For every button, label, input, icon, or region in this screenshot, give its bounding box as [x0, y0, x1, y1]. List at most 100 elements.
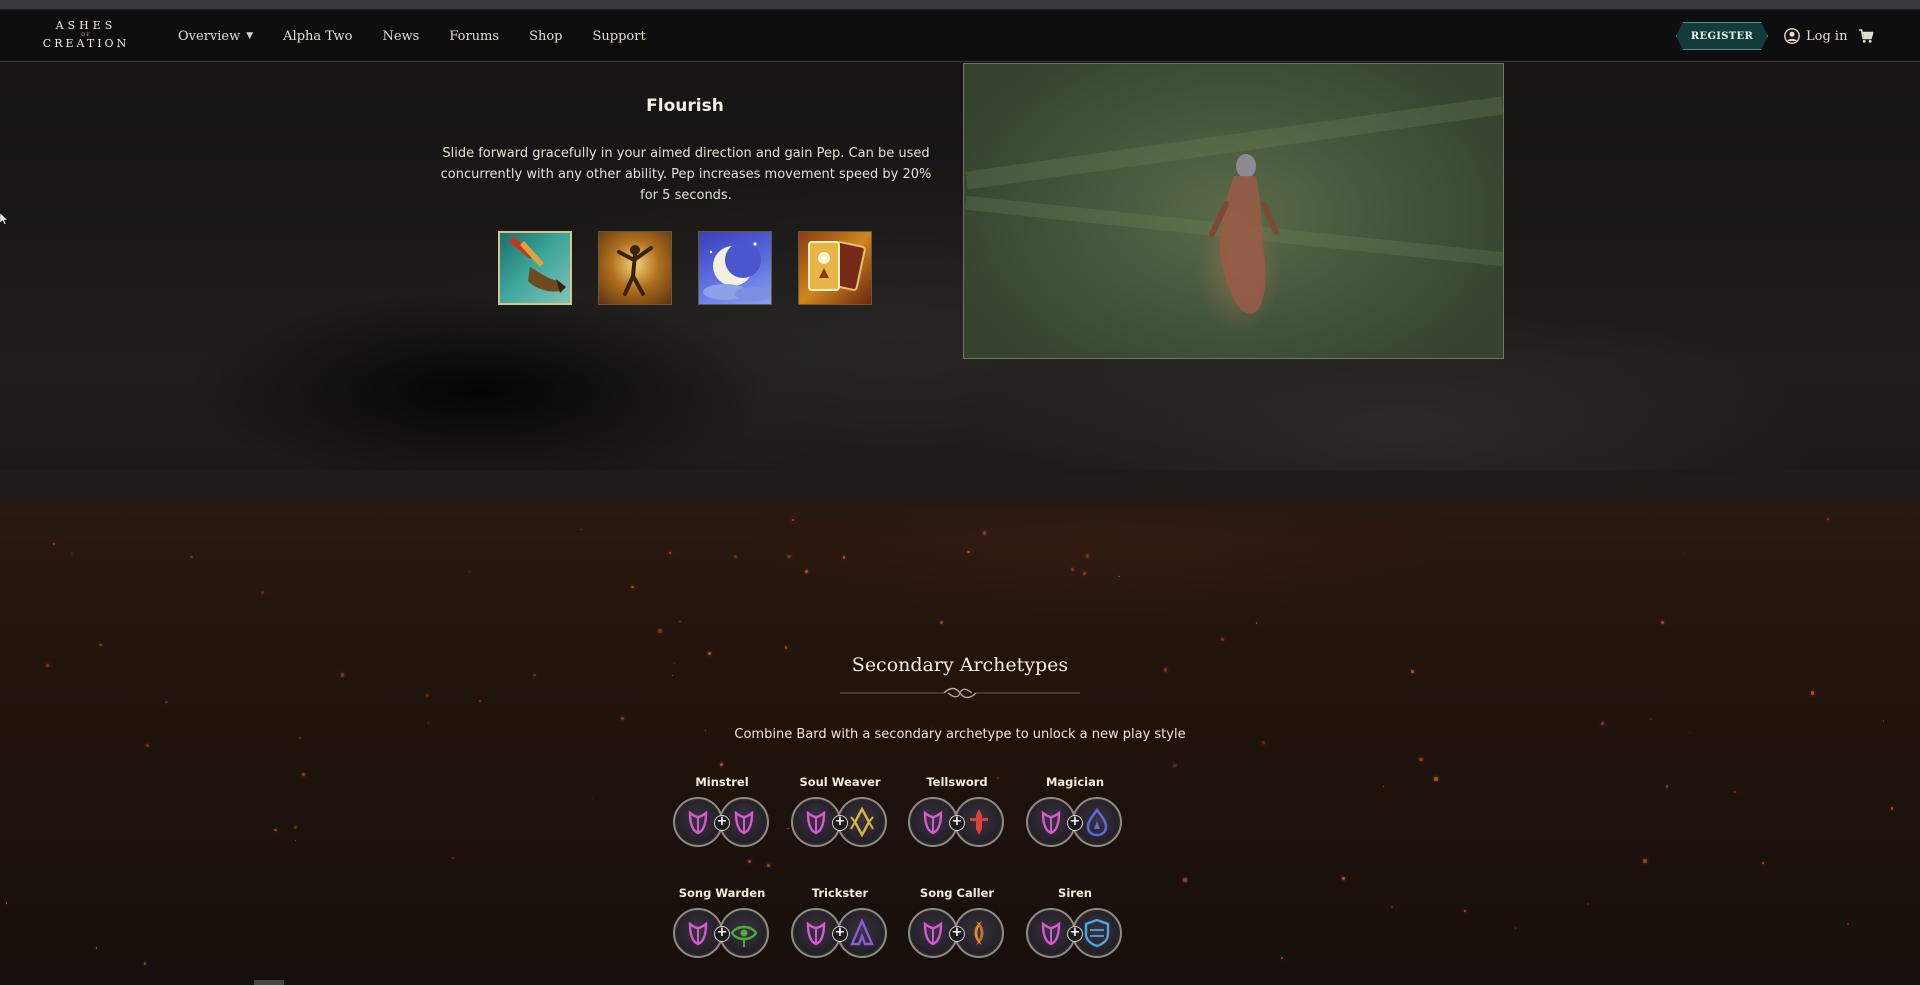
- ember-particle: [805, 570, 808, 573]
- scroll-indicator: [254, 980, 284, 985]
- plus-icon: +: [714, 926, 730, 942]
- ember-particle: [842, 556, 846, 559]
- archetype-combo: +: [1026, 908, 1124, 960]
- archetype-name: Siren: [1058, 886, 1092, 900]
- ember-particle: [1182, 878, 1187, 883]
- archetype-combo: +: [791, 797, 889, 849]
- ember-particle: [1085, 554, 1090, 558]
- nav-link-support[interactable]: Support: [593, 29, 646, 44]
- archetype-name: Song Warden: [678, 886, 766, 900]
- ember-particle: [52, 542, 55, 545]
- ember-particle: [657, 629, 662, 633]
- flourish-ability-icon[interactable]: [498, 231, 572, 305]
- ember-particle: [1810, 690, 1815, 695]
- archetype-card-song-warden[interactable]: Song Warden +: [662, 886, 782, 960]
- ember-particle: [631, 585, 634, 589]
- ember-particle: [1411, 670, 1414, 673]
- user-icon: [1784, 28, 1800, 44]
- archetype-card-tellsword[interactable]: Tellsword +: [897, 775, 1017, 849]
- ember-particle: [46, 663, 49, 667]
- ember-particle: [1601, 722, 1604, 725]
- secondary-archetypes-subtitle: Combine Bard with a secondary archetype …: [734, 727, 1186, 742]
- ember-particle: [1083, 571, 1086, 575]
- ember-particle: [1434, 777, 1438, 781]
- archetype-name: Tellsword: [926, 775, 988, 789]
- browser-top-strip: [0, 0, 1920, 10]
- ember-particle: [426, 694, 429, 697]
- ember-particle: [1464, 909, 1467, 912]
- archetype-card-minstrel[interactable]: Minstrel +: [662, 775, 782, 849]
- ember-particle: [1262, 741, 1266, 744]
- login-label: Log in: [1806, 28, 1848, 44]
- plus-icon: +: [832, 926, 848, 942]
- plus-icon: +: [1067, 815, 1083, 831]
- login-link[interactable]: Log in: [1784, 26, 1847, 46]
- site-logo[interactable]: ASHES OF CREATION: [38, 20, 134, 52]
- ember-particle: [1882, 720, 1885, 722]
- ember-particle: [939, 620, 944, 624]
- ember-particle: [1733, 790, 1736, 793]
- ember-particle: [1391, 906, 1393, 908]
- ember-particle: [1761, 861, 1764, 864]
- plus-icon: +: [949, 926, 965, 942]
- ember-particle: [1382, 785, 1385, 787]
- archetype-card-soul-weaver[interactable]: Soul Weaver +: [780, 775, 900, 849]
- nav-link-forums[interactable]: Forums: [449, 29, 499, 44]
- archetype-card-siren[interactable]: Siren +: [1015, 886, 1135, 960]
- archetype-name: Song Caller: [919, 886, 995, 900]
- ember-particle: [427, 722, 429, 724]
- ability-icon-list: [498, 231, 898, 305]
- archetype-combo: +: [908, 908, 1006, 960]
- ember-particle: [1071, 568, 1074, 571]
- ember-particle: [273, 828, 277, 832]
- ember-particle: [1173, 763, 1177, 767]
- nav-link-alpha-two[interactable]: Alpha Two: [283, 29, 352, 44]
- ember-particle: [767, 864, 771, 867]
- archetype-name: Minstrel: [695, 775, 749, 789]
- ability-video-player[interactable]: [963, 63, 1504, 359]
- nav-link-overview[interactable]: Overview ▼: [178, 29, 253, 44]
- moon-ability-icon[interactable]: [698, 231, 772, 305]
- secondary-archetypes-heading: Secondary Archetypes: [851, 654, 1069, 676]
- archetype-name: Magician: [1045, 775, 1105, 789]
- plus-icon: +: [1067, 926, 1083, 942]
- cart-icon[interactable]: [1858, 28, 1874, 44]
- nav-link-news[interactable]: News: [382, 29, 419, 44]
- pep-ability-icon[interactable]: [598, 231, 672, 305]
- archetype-combo: +: [1026, 797, 1124, 849]
- ember-particle: [5, 902, 8, 904]
- ember-particle: [733, 555, 737, 558]
- ember-particle: [1826, 518, 1829, 521]
- crescent-moon-icon: [703, 242, 771, 301]
- ember-particle: [532, 673, 536, 677]
- ember-particle: [1660, 620, 1664, 624]
- plus-icon: +: [832, 815, 848, 831]
- ember-particle: [71, 552, 73, 555]
- archetype-combo: +: [791, 908, 889, 960]
- dancer-icon: [617, 245, 653, 296]
- page-background-top: [0, 0, 1920, 520]
- ornament-divider-icon: [840, 687, 1080, 699]
- nav-link-shop[interactable]: Shop: [529, 29, 562, 44]
- archetype-card-trickster[interactable]: Trickster +: [780, 886, 900, 960]
- plus-icon: +: [714, 815, 730, 831]
- archetype-card-magician[interactable]: Magician +: [1015, 775, 1135, 849]
- playing-cards-icon: [808, 241, 866, 291]
- background-fade: [0, 470, 1920, 550]
- ember-particle: [1342, 877, 1345, 880]
- ember-particle: [671, 674, 674, 676]
- archetype-combo: +: [673, 797, 771, 849]
- mouse-cursor-icon: [0, 213, 8, 225]
- ability-title: Flourish: [646, 96, 724, 116]
- cards-ability-icon[interactable]: [798, 231, 872, 305]
- ability-description: Slide forward gracefully in your aimed d…: [440, 146, 932, 203]
- ember-particle: [668, 551, 671, 554]
- flourish-boot-icon: [508, 237, 566, 293]
- ember-particle: [1419, 757, 1423, 762]
- ember-particle: [468, 571, 470, 573]
- archetype-combo: +: [673, 908, 771, 960]
- archetype-card-song-caller[interactable]: Song Caller +: [897, 886, 1017, 960]
- ember-particle: [720, 763, 723, 766]
- logo-line-3: CREATION: [42, 37, 130, 50]
- register-button[interactable]: REGISTER: [1676, 22, 1768, 50]
